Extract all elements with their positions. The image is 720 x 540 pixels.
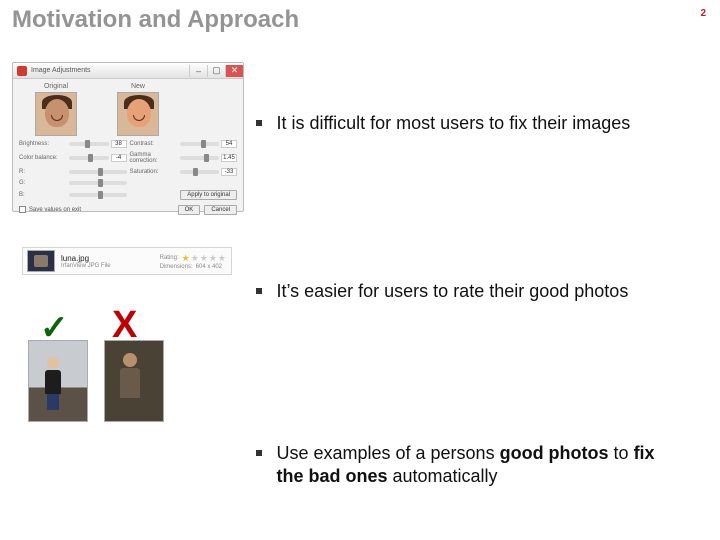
contrast-slider[interactable]	[180, 142, 220, 146]
brightness-value: 38	[111, 140, 127, 148]
rating-stars[interactable]: ★★★★★	[182, 253, 227, 264]
bullet-2: It’s easier for users to rate their good…	[256, 280, 696, 303]
apply-button[interactable]: Apply to original	[180, 190, 237, 200]
gamma-label: Gamma correction:	[130, 152, 178, 164]
bullet-3: Use examples of a persons good photos to…	[256, 442, 696, 489]
colorbalance-value: -4	[111, 154, 127, 162]
editor-app-icon	[17, 66, 27, 76]
colorbalance-slider[interactable]	[69, 156, 109, 160]
bullet-3-text: Use examples of a persons good photos to…	[276, 442, 686, 489]
figure-good-photo	[28, 340, 88, 422]
rating-label: Rating:	[160, 255, 179, 261]
ok-button[interactable]: OK	[178, 205, 201, 215]
brightness-label: Brightness:	[19, 141, 67, 147]
contrast-label: Contrast:	[130, 141, 178, 147]
figure-bad-photo	[104, 340, 164, 422]
save-values-checkbox[interactable]: Save values on exit	[19, 206, 81, 213]
bullet-icon	[256, 450, 262, 456]
r-slider[interactable]	[69, 170, 127, 174]
bullet-1-text: It is difficult for most users to fix th…	[276, 112, 686, 135]
figure-rating: luna.jpg IrfanView JPG File Rating: ★★★★…	[22, 247, 232, 275]
g-label: G:	[19, 180, 67, 186]
rating-filetype: IrfanView JPG File	[61, 263, 160, 269]
gamma-slider[interactable]	[180, 156, 220, 160]
page-number: 2	[700, 8, 706, 19]
close-button[interactable]: ✕	[225, 65, 243, 77]
bullet-icon	[256, 288, 262, 294]
saturation-slider[interactable]	[180, 170, 220, 174]
g-slider[interactable]	[69, 181, 127, 185]
saturation-label: Saturation:	[130, 169, 178, 175]
colorbalance-label: Color balance:	[19, 155, 67, 161]
bullet-2-text: It’s easier for users to rate their good…	[276, 280, 686, 303]
minimize-button[interactable]: –	[189, 65, 207, 77]
figure-editor: Image Adjustments – ▢ ✕ Original New	[12, 62, 244, 212]
b-label: B:	[19, 192, 67, 198]
dimensions-value: 604 x 402	[196, 264, 222, 270]
gamma-value: 1.45	[221, 154, 237, 162]
cancel-button[interactable]: Cancel	[204, 205, 237, 215]
b-slider[interactable]	[69, 193, 127, 197]
editor-window: Image Adjustments – ▢ ✕ Original New	[12, 62, 244, 212]
preview-image-original	[35, 92, 77, 136]
preview-label-new: New	[117, 83, 159, 90]
preview-label-original: Original	[35, 83, 77, 90]
brightness-slider[interactable]	[69, 142, 109, 146]
bullet-1: It is difficult for most users to fix th…	[256, 112, 696, 135]
slide-title: Motivation and Approach	[12, 6, 299, 34]
preview-image-new	[117, 92, 159, 136]
editor-window-title: Image Adjustments	[31, 67, 189, 74]
editor-titlebar: Image Adjustments – ▢ ✕	[13, 63, 243, 79]
bullet-icon	[256, 120, 262, 126]
save-values-label: Save values on exit	[29, 207, 81, 213]
rating-filename: luna.jpg	[61, 254, 160, 263]
saturation-value: -33	[221, 168, 237, 176]
rating-thumbnail	[27, 250, 55, 272]
r-label: R:	[19, 169, 67, 175]
dimensions-label: Dimensions:	[160, 264, 193, 270]
contrast-value: 54	[221, 140, 237, 148]
maximize-button[interactable]: ▢	[207, 65, 225, 77]
